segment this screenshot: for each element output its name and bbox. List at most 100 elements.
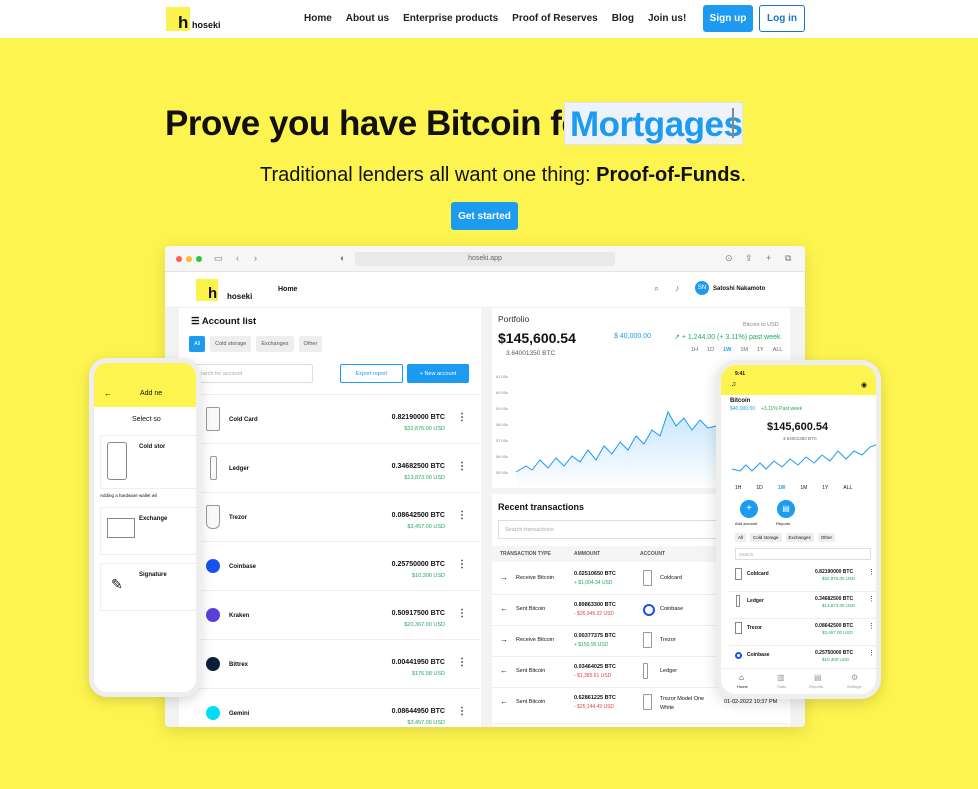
export-report-button[interactable]: Export report: [340, 364, 403, 383]
phone-filter-cold[interactable]: Cold storage: [750, 533, 782, 542]
app-header: h hoseki Home ⌕ ♪ SN Satoshi Nakamoto: [165, 272, 805, 308]
option-card[interactable]: Cold stor: [100, 435, 196, 489]
phone-account-name: Ledger: [747, 598, 764, 604]
range-1d[interactable]: 1D: [707, 347, 714, 353]
close-dot: [176, 256, 182, 262]
col-amount: AMMOUNT: [574, 551, 601, 557]
new-account-button[interactable]: + New account: [407, 364, 469, 383]
more-icon[interactable]: ⋮: [868, 595, 875, 603]
phone-filter-exchanges[interactable]: Exchanges: [785, 533, 814, 542]
phone-account-row[interactable]: Coinbase 0.25750000 BTC $10,300 USD ⋮: [729, 646, 876, 670]
range-1y[interactable]: 1Y: [757, 347, 764, 353]
tab-settings[interactable]: Settings: [847, 684, 861, 689]
eye-icon[interactable]: ◉: [861, 381, 867, 389]
bittrex-icon: [206, 657, 220, 671]
ledger-device-icon: [643, 663, 648, 679]
phone-filter-all[interactable]: All: [735, 533, 747, 542]
more-icon[interactable]: ⋮: [457, 510, 467, 521]
more-icon[interactable]: ⋮: [868, 649, 875, 657]
filter-all[interactable]: All: [189, 336, 206, 352]
phone-range-1m[interactable]: 1M: [800, 485, 807, 491]
add-account-icon[interactable]: +: [740, 500, 758, 518]
account-row[interactable]: Kraken 0.50917500 BTC $20,367.00 USD ⋮: [179, 590, 481, 639]
nav-link-about[interactable]: About us: [346, 13, 389, 24]
nav-link-proof[interactable]: Proof of Reserves: [512, 13, 598, 24]
more-icon[interactable]: ⋮: [868, 568, 875, 576]
phone-account-row[interactable]: Trezor 0.08642500 BTC $3,457.00 USD ⋮: [729, 619, 876, 646]
phone-search-input[interactable]: Search: [735, 548, 871, 560]
app-home-link[interactable]: Home: [278, 286, 297, 293]
tab-reports[interactable]: Reports: [809, 684, 823, 689]
transaction-search-input[interactable]: Search transactions: [498, 520, 738, 539]
nav-link-enterprise[interactable]: Enterprise products: [403, 13, 498, 24]
reports-label: Reports: [776, 521, 791, 526]
login-button[interactable]: Log in: [759, 5, 805, 32]
more-icon[interactable]: ⋮: [457, 608, 467, 619]
bell-icon[interactable]: ♫: [731, 381, 736, 388]
more-icon[interactable]: ⋮: [457, 461, 467, 472]
logo[interactable]: h: [166, 7, 190, 32]
more-icon[interactable]: ⋮: [457, 559, 467, 570]
account-row[interactable]: › Cold Card 0.82190000 BTC $32,876.00 US…: [179, 394, 481, 443]
nav-link-blog[interactable]: Blog: [612, 13, 634, 24]
range-all[interactable]: ALL: [773, 347, 783, 353]
account-btc: 0.34682500 BTC: [391, 463, 445, 470]
account-btc: 0.08642500 BTC: [391, 512, 445, 519]
avatar[interactable]: SN: [695, 281, 709, 295]
phone-range-1h[interactable]: 1H: [735, 485, 741, 491]
more-icon[interactable]: ⋮: [457, 657, 467, 668]
url-bar[interactable]: hoseki.app: [355, 252, 615, 266]
more-icon[interactable]: ⋮: [457, 412, 467, 423]
option-card[interactable]: ✎ Signature: [100, 563, 196, 611]
subline-suffix: .: [740, 164, 747, 186]
tx-account: Trezor: [660, 637, 676, 643]
stats-icon[interactable]: ▥: [777, 673, 785, 682]
range-1m[interactable]: 1M: [740, 347, 748, 353]
settings-icon[interactable]: ⚙: [851, 673, 858, 682]
app-logo[interactable]: h: [196, 279, 218, 302]
account-usd: $3,457.00 USD: [407, 720, 445, 726]
status-time: 9:41: [735, 371, 746, 377]
user-name[interactable]: Satoshi Nakamoto: [713, 286, 765, 292]
account-row[interactable]: › Ledger 0.34682500 BTC $13,873.00 USD ⋮: [179, 443, 481, 492]
filter-exchanges[interactable]: Exchanges: [256, 336, 294, 352]
more-icon[interactable]: ⋮: [457, 706, 467, 717]
phone-range-1d[interactable]: 1D: [756, 485, 762, 491]
y-tick: 58.00k: [496, 422, 508, 427]
reports-tab-icon[interactable]: ▤: [814, 673, 822, 682]
bell-icon[interactable]: ♪: [675, 283, 680, 293]
account-search-input[interactable]: Search for account: [189, 364, 313, 383]
portfolio-value: $145,600.54: [498, 330, 576, 346]
tx-account: Ledger: [660, 668, 678, 674]
range-1w[interactable]: 1W: [723, 347, 731, 353]
nav-link-join[interactable]: Join us!: [648, 13, 686, 24]
tab-home[interactable]: Home: [737, 684, 748, 689]
back-arrow-icon[interactable]: ←: [104, 389, 112, 398]
reports-icon[interactable]: ▤: [777, 500, 795, 518]
phone-range-1w[interactable]: 1W: [778, 485, 786, 491]
home-icon[interactable]: ⌂: [739, 673, 744, 682]
account-row[interactable]: › Trezor 0.08642500 BTC $3,457.00 USD ⋮: [179, 492, 481, 541]
account-row[interactable]: Coinbase 0.25750000 BTC $10,300 USD ⋮: [179, 541, 481, 590]
get-started-button[interactable]: Get started: [451, 202, 518, 230]
search-icon[interactable]: ⌕: [654, 283, 659, 294]
logo-text[interactable]: hoseki: [192, 20, 221, 30]
nav-link-home[interactable]: Home: [304, 13, 332, 24]
tab-stats[interactable]: Stats: [777, 684, 786, 689]
account-row[interactable]: Bittrex 0.00441950 BTC $176.58 USD ⋮: [179, 639, 481, 688]
account-row[interactable]: Gemini 0.08644950 BTC $3,457.00 USD ⋮: [179, 688, 481, 727]
phone-account-row[interactable]: Coldcard 0.82190000 BTC $32,876.00 USD ⋮: [729, 565, 876, 592]
filter-cold-storage[interactable]: Cold storage: [210, 336, 252, 352]
tabs-icon: ⧉: [785, 253, 792, 263]
phone-account-row[interactable]: Ledger 0.34682500 BTC $13,873.00 USD ⋮: [729, 592, 876, 619]
phone-range-1y[interactable]: 1Y: [822, 485, 828, 491]
minimize-dot: [186, 256, 192, 262]
filter-other[interactable]: Other: [298, 336, 323, 352]
range-1h[interactable]: 1H: [691, 347, 698, 353]
option-card[interactable]: Exchange: [100, 507, 196, 555]
phone-range-all[interactable]: ALL: [843, 485, 852, 491]
signup-button[interactable]: Sign up: [703, 5, 753, 32]
phone-filter-other[interactable]: Other: [817, 533, 836, 542]
more-icon[interactable]: ⋮: [868, 622, 875, 630]
account-list-panel: ☰ Account list All Cold storage Exchange…: [179, 308, 481, 727]
